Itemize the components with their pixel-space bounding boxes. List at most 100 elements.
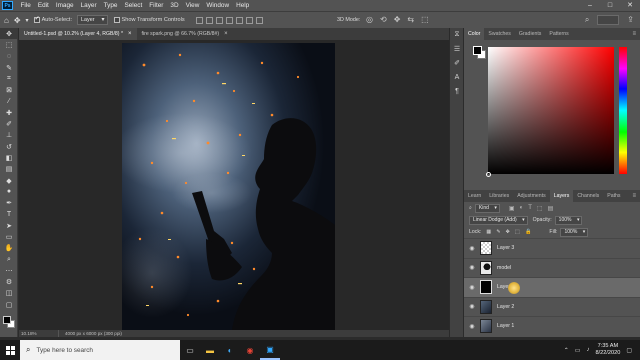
screen-mode-icon[interactable]: ▢	[0, 299, 18, 310]
tab-adjustments[interactable]: Adjustments	[513, 190, 550, 202]
lasso-tool-icon[interactable]: ◌	[0, 51, 18, 62]
blend-mode-dropdown[interactable]: Linear Dodge (Add)	[469, 215, 528, 225]
quick-select-tool-icon[interactable]: ✎	[0, 62, 18, 73]
tab-untitled-1[interactable]: Untitled-1.psd @ 10.2% (Layer 4, RGB/8) …	[19, 28, 137, 40]
close-tab-icon[interactable]: ×	[224, 28, 228, 40]
picker-cursor[interactable]	[486, 172, 491, 177]
eyedropper-tool-icon[interactable]: ⁄	[0, 96, 18, 107]
auto-select-checkbox[interactable]	[33, 15, 40, 23]
shape-tool-icon[interactable]: ▭	[0, 231, 18, 242]
layer-row-layer-4[interactable]: ◉ Layer 4	[464, 277, 640, 297]
slide-icon[interactable]: ⇆	[407, 14, 414, 26]
close-button[interactable]: ✕	[620, 0, 640, 11]
search-icon[interactable]: ⌕	[585, 14, 589, 26]
pen-tool-icon[interactable]: ✒	[0, 197, 18, 208]
windows-start-icon[interactable]	[0, 340, 20, 360]
adjustment-filter-icon[interactable]: ◐	[520, 205, 524, 212]
show-transform-checkbox[interactable]	[113, 17, 120, 23]
crop-tool-icon[interactable]: ⌗	[0, 73, 18, 84]
menu-image[interactable]: Image	[52, 0, 77, 11]
align-right-icon[interactable]	[215, 16, 223, 24]
panel-menu-icon[interactable]: ≡	[632, 31, 640, 37]
tab-paths[interactable]: Paths	[603, 190, 624, 202]
document-info[interactable]: 4000 px x 6000 px (300 ppi)	[59, 330, 122, 337]
align-top-icon[interactable]	[225, 16, 233, 24]
lock-transparency-icon[interactable]: ▦	[486, 229, 491, 235]
visibility-eye-icon[interactable]: ◉	[464, 245, 480, 252]
close-tab-icon[interactable]: ×	[128, 28, 132, 40]
visibility-eye-icon[interactable]: ◉	[464, 284, 480, 291]
path-select-tool-icon[interactable]: ➤	[0, 220, 18, 231]
canvas-area[interactable]	[19, 40, 449, 330]
layer-name[interactable]: Layer 2	[497, 304, 514, 310]
character-panel-icon[interactable]: A	[450, 70, 464, 84]
lock-pixels-icon[interactable]: ✎	[496, 229, 500, 235]
zoom-level-field[interactable]: 10.18%	[19, 330, 59, 337]
pan-3d-icon[interactable]: ✥	[394, 14, 401, 26]
move-tool-icon[interactable]: ✥	[0, 28, 18, 40]
layer-name[interactable]: Layer 1	[497, 323, 514, 329]
more-tools-icon[interactable]: ⋯	[0, 265, 18, 276]
healing-brush-tool-icon[interactable]: ✚	[0, 107, 18, 118]
clone-stamp-tool-icon[interactable]: ⊥	[0, 130, 18, 141]
scale-3d-icon[interactable]: ⬚	[421, 14, 429, 26]
visibility-eye-icon[interactable]: ◉	[464, 323, 480, 330]
chevron-down-icon[interactable]: ▾	[26, 17, 29, 24]
marquee-tool-icon[interactable]: ⬚	[0, 39, 18, 50]
tab-gradients[interactable]: Gradients	[515, 28, 546, 40]
tab-swatches[interactable]: Swatches	[484, 28, 515, 40]
edit-toolbar-icon[interactable]: ⚙	[0, 277, 18, 288]
type-tool-icon[interactable]: T	[0, 209, 18, 220]
visibility-eye-icon[interactable]: ◉	[464, 303, 480, 310]
tab-color[interactable]: Color	[464, 28, 485, 40]
layer-row-layer-1[interactable]: ◉ Layer 1	[464, 316, 640, 336]
more-options-icon[interactable]	[255, 16, 263, 24]
blur-tool-icon[interactable]: ◆	[0, 175, 18, 186]
photoshop-taskbar-icon[interactable]: ▣	[260, 340, 280, 360]
chevron-up-icon[interactable]: ⌃	[564, 347, 569, 354]
filter-kind-dropdown[interactable]: Kind	[474, 203, 500, 213]
opacity-field[interactable]: 100%	[554, 215, 583, 225]
home-icon[interactable]: ⌂	[4, 16, 9, 25]
orbit-icon[interactable]: ◎	[366, 14, 373, 26]
saturation-brightness-picker[interactable]	[488, 47, 614, 174]
align-middle-icon[interactable]	[235, 16, 243, 24]
notifications-icon[interactable]: ▢	[626, 347, 632, 354]
quick-mask-icon[interactable]: ◫	[0, 288, 18, 299]
menu-3d[interactable]: 3D	[167, 0, 182, 11]
menu-file[interactable]: File	[17, 0, 34, 11]
hue-slider[interactable]	[619, 47, 627, 174]
type-filter-icon[interactable]: T	[528, 205, 532, 212]
workspace-dropdown[interactable]	[597, 15, 620, 25]
file-explorer-icon[interactable]: ▬	[200, 340, 220, 360]
menu-layer[interactable]: Layer	[77, 0, 100, 11]
tab-fire-spark[interactable]: fire spark.png @ 66.7% (RGB/8#) ×	[137, 28, 233, 40]
layer-row-layer-2[interactable]: ◉ Layer 2	[464, 296, 640, 317]
tab-channels[interactable]: Channels	[573, 190, 603, 202]
layer-name[interactable]: model	[497, 265, 511, 271]
fill-field[interactable]: 100%	[560, 227, 589, 237]
minimize-button[interactable]: –	[580, 0, 600, 11]
lock-artboard-icon[interactable]: ⬚	[515, 229, 520, 235]
pixel-filter-icon[interactable]: ▣	[509, 205, 515, 212]
smart-object-filter-icon[interactable]: ▤	[548, 205, 554, 212]
layer-name[interactable]: Layer 3	[497, 245, 514, 251]
chrome-browser-icon[interactable]: ◉	[240, 340, 260, 360]
menu-help[interactable]: Help	[233, 0, 253, 11]
taskbar-clock[interactable]: 7:35 AM 8/22/2020	[595, 343, 620, 357]
dodge-tool-icon[interactable]: ●	[0, 186, 18, 197]
menu-select[interactable]: Select	[121, 0, 146, 11]
tab-layers[interactable]: Layers	[549, 190, 574, 202]
visibility-eye-icon[interactable]: ◉	[464, 264, 480, 271]
shape-filter-icon[interactable]: ⬚	[537, 205, 543, 212]
edge-browser-icon[interactable]: ◐	[220, 340, 240, 360]
menu-type[interactable]: Type	[100, 0, 121, 11]
layer-row-model[interactable]: ◉ model	[464, 257, 640, 278]
move-tool-icon[interactable]: ✥	[14, 16, 21, 25]
menu-view[interactable]: View	[182, 0, 203, 11]
align-left-icon[interactable]	[195, 16, 203, 24]
menu-edit[interactable]: Edit	[34, 0, 52, 11]
taskbar-search-input[interactable]: ⌕ Type here to search	[20, 340, 180, 360]
brush-tool-icon[interactable]: ✐	[0, 118, 18, 129]
history-panel-icon[interactable]: ⧖	[450, 28, 464, 42]
